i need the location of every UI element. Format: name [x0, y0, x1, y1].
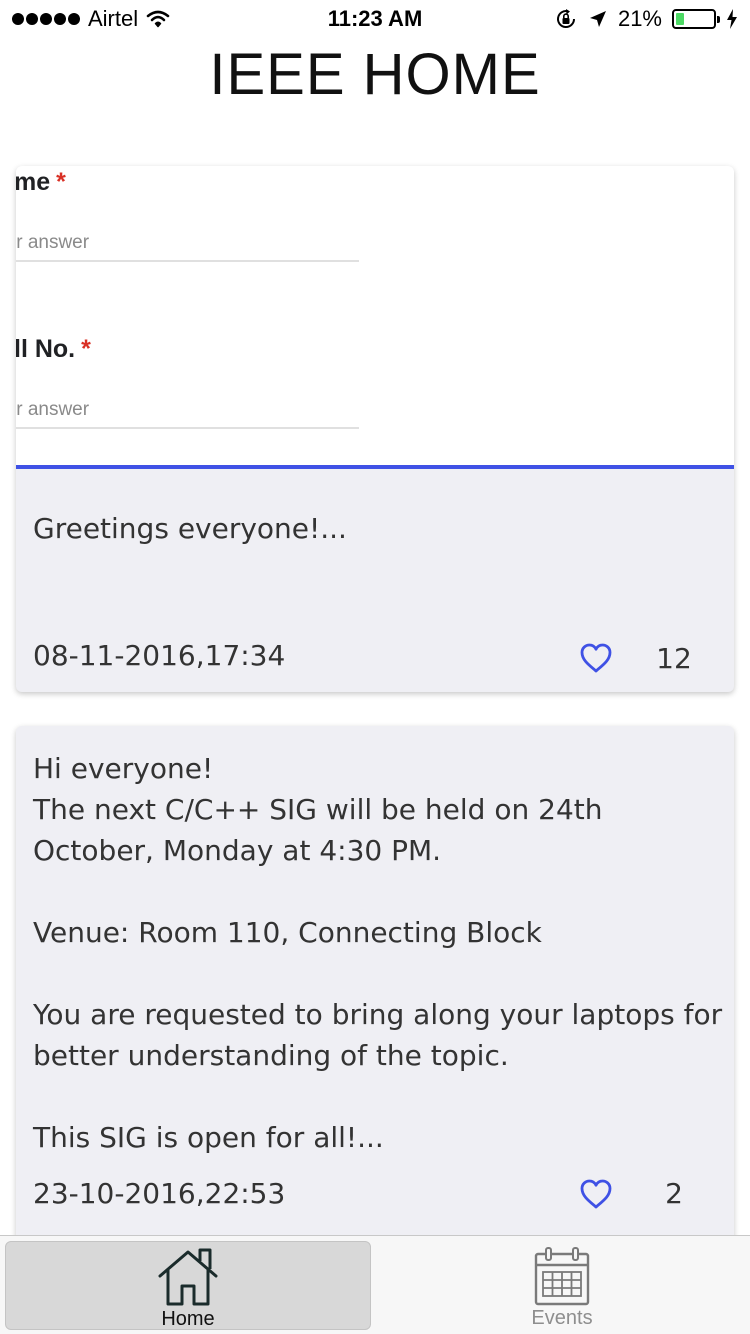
battery-percent: 21% [617, 6, 662, 31]
post-date: 08-11-2016,17:34 [33, 639, 286, 672]
post-card[interactable]: me * ir answer ll No. * ir answer Greeting… [16, 166, 734, 692]
tab-events[interactable]: Events [379, 1241, 745, 1330]
calendar-icon [534, 1247, 590, 1306]
status-bar: Airtel 11:23 AM 21% [0, 0, 750, 40]
post-card[interactable]: Hi everyone! The next C/C++ SIG will be … [16, 726, 734, 1266]
form-field-placeholder: ir answer [16, 399, 90, 420]
heart-icon[interactable] [579, 642, 613, 674]
tab-bar: Home Events [0, 1235, 750, 1334]
tab-events-label: Events [531, 1307, 593, 1329]
post-image: me * ir answer ll No. * ir answer [16, 166, 734, 469]
post-text: Greetings everyone!... [33, 512, 347, 545]
tab-home[interactable]: Home [5, 1241, 371, 1330]
heart-icon[interactable] [579, 1178, 613, 1210]
post-text: Hi everyone! The next C/C++ SIG will be … [33, 752, 723, 1154]
form-field-label: ll No. * [16, 335, 91, 363]
orientation-lock-icon [556, 9, 575, 28]
post-date: 23-10-2016,22:53 [33, 1177, 286, 1210]
form-field-label: me * [16, 168, 66, 196]
form-field-underline [16, 427, 359, 429]
form-field-underline [16, 260, 359, 262]
tab-home-label: Home [161, 1308, 215, 1330]
status-right: 21% [554, 6, 738, 32]
like-count: 2 [665, 1177, 683, 1210]
location-arrow-icon [589, 11, 606, 27]
like-count: 12 [656, 642, 692, 675]
home-icon [158, 1248, 218, 1306]
charging-bolt-icon [727, 9, 737, 29]
form-field-placeholder: ir answer [16, 232, 90, 253]
battery-icon [672, 9, 720, 29]
battery-level [676, 13, 684, 25]
page-title: IEEE HOME [209, 42, 541, 107]
